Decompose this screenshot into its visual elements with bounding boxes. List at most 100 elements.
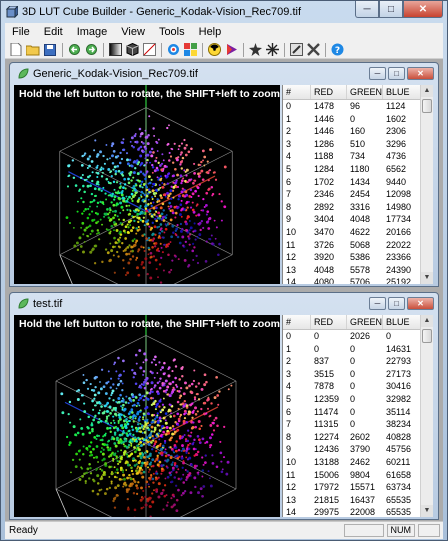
star-icon[interactable]: [248, 43, 262, 57]
table-row[interactable]: 5 1284 1180 6562: [283, 163, 433, 176]
scroll-thumb[interactable]: [422, 99, 432, 113]
play-icon[interactable]: [224, 43, 238, 57]
color-point: [149, 202, 153, 205]
table-row[interactable]: 12 3920 5386 23366: [283, 251, 433, 264]
color-grid-icon[interactable]: [183, 43, 197, 57]
help-icon[interactable]: ?: [330, 43, 344, 57]
table-row[interactable]: 6 1702 1434 9440: [283, 176, 433, 189]
table-row[interactable]: 9 3404 4048 17734: [283, 213, 433, 226]
menu-file[interactable]: File: [5, 26, 37, 38]
table-row[interactable]: 11 3726 5068 22022: [283, 239, 433, 252]
table-row[interactable]: 1 0 0 14631: [283, 343, 433, 356]
table-row[interactable]: 13 21815 16437 65535: [283, 494, 433, 507]
new-icon[interactable]: [9, 43, 23, 57]
table-row[interactable]: 3 1286 510 3296: [283, 138, 433, 151]
minimize-button[interactable]: ─: [355, 1, 379, 18]
table-row[interactable]: 2 837 0 22793: [283, 355, 433, 368]
redo-icon[interactable]: [84, 43, 98, 57]
table-row[interactable]: 9 12436 3790 45756: [283, 443, 433, 456]
table-row[interactable]: 4 1188 734 4736: [283, 150, 433, 163]
test-window[interactable]: test.tif ─ □ ✕ Hold the left button to r…: [9, 292, 439, 520]
color-point: [186, 470, 189, 473]
color-point: [202, 159, 204, 162]
color-point: [207, 470, 210, 473]
table-row[interactable]: 14 29975 22008 65535: [283, 506, 433, 517]
lut-3d-view[interactable]: Hold the left button to rotate, the SHIF…: [14, 85, 280, 284]
cube-icon[interactable]: [125, 43, 139, 57]
lut-close-button[interactable]: ✕: [407, 67, 434, 80]
save-icon[interactable]: [43, 43, 57, 57]
table-row[interactable]: 10 3470 4622 20166: [283, 226, 433, 239]
target-icon[interactable]: [166, 43, 180, 57]
menu-image[interactable]: Image: [70, 26, 115, 38]
table-row[interactable]: 14 4080 5706 25192: [283, 276, 433, 284]
color-point: [118, 373, 122, 377]
table-row[interactable]: 12 17972 15571 63734: [283, 481, 433, 494]
lut-cube-plot[interactable]: [14, 85, 280, 284]
scroll-down-icon[interactable]: ▼: [421, 505, 433, 517]
maximize-button[interactable]: □: [379, 1, 403, 18]
test-close-button[interactable]: ✕: [407, 297, 434, 310]
table-row[interactable]: 2 1446 160 2306: [283, 125, 433, 138]
table-row[interactable]: 13 4048 5578 24390: [283, 264, 433, 277]
color-point: [163, 382, 166, 385]
table-row[interactable]: 8 2892 3316 14980: [283, 201, 433, 214]
col-red[interactable]: RED: [311, 85, 347, 99]
table-row[interactable]: 0 0 2026 0: [283, 330, 433, 343]
close-button[interactable]: ✕: [403, 1, 443, 18]
color-point: [151, 434, 154, 438]
color-point: [144, 451, 147, 454]
table-row[interactable]: 0 1478 96 1124: [283, 100, 433, 113]
table-row[interactable]: 5 12359 0 32982: [283, 393, 433, 406]
test-minimize-button[interactable]: ─: [369, 297, 386, 310]
lut-restore-button[interactable]: □: [388, 67, 405, 80]
scroll-down-icon[interactable]: ▼: [421, 272, 433, 284]
table-row[interactable]: 8 12274 2602 40828: [283, 431, 433, 444]
table-row[interactable]: 6 11474 0 35114: [283, 406, 433, 419]
table-row[interactable]: 3 3515 0 27173: [283, 368, 433, 381]
col-index[interactable]: #: [283, 315, 311, 329]
lut-window[interactable]: Generic_Kodak-Vision_Rec709.tif ─ □ ✕ Ho…: [9, 62, 439, 287]
title-bar[interactable]: 3D LUT Cube Builder - Generic_Kodak-Visi…: [1, 1, 447, 23]
col-index[interactable]: #: [283, 85, 311, 99]
scroll-thumb[interactable]: [422, 329, 432, 343]
gradient-icon[interactable]: [108, 43, 122, 57]
col-green[interactable]: GREEN: [347, 85, 383, 99]
undo-icon[interactable]: [67, 43, 81, 57]
lut-table[interactable]: # RED GREEN BLUE 0 1478 96 1124 1 1446 0 1602 2 1…: [282, 85, 433, 284]
table-row[interactable]: 7 11315 0 38234: [283, 418, 433, 431]
color-point: [177, 156, 180, 159]
lut-minimize-button[interactable]: ─: [369, 67, 386, 80]
test-restore-button[interactable]: □: [388, 297, 405, 310]
color-point: [133, 188, 137, 192]
color-point: [160, 472, 163, 475]
cell-blue: 23366: [386, 252, 412, 263]
menu-view[interactable]: View: [114, 26, 152, 38]
col-red[interactable]: RED: [311, 315, 347, 329]
test-3d-view[interactable]: Hold the left button to rotate, the SHIF…: [14, 315, 280, 517]
menu-help[interactable]: Help: [192, 26, 229, 38]
scroll-up-icon[interactable]: ▲: [421, 315, 433, 327]
lut-table-scrollbar[interactable]: ▲ ▼: [420, 85, 433, 284]
table-row[interactable]: 1 1446 0 1602: [283, 113, 433, 126]
test-table-scrollbar[interactable]: ▲ ▼: [420, 315, 433, 517]
table-row[interactable]: 11 15006 9804 61658: [283, 469, 433, 482]
test-cube-plot[interactable]: [14, 315, 280, 517]
test-table[interactable]: # RED GREEN BLUE 0 0 2026 0 1 0 0 14631 2 837 0 227…: [282, 315, 433, 517]
table-row[interactable]: 10 13188 2462 60211: [283, 456, 433, 469]
color-point: [180, 151, 183, 154]
table-row[interactable]: 4 7878 0 30416: [283, 380, 433, 393]
table-row[interactable]: 7 2346 2454 12098: [283, 188, 433, 201]
col-blue[interactable]: BLUE: [383, 315, 421, 329]
edit-icon[interactable]: [289, 43, 303, 57]
tools-icon[interactable]: [306, 43, 320, 57]
sparkle-icon[interactable]: [265, 43, 279, 57]
col-green[interactable]: GREEN: [347, 315, 383, 329]
blank-icon[interactable]: [142, 43, 156, 57]
scroll-up-icon[interactable]: ▲: [421, 85, 433, 97]
radiation-icon[interactable]: [207, 43, 221, 57]
col-blue[interactable]: BLUE: [383, 85, 421, 99]
menu-edit[interactable]: Edit: [37, 26, 70, 38]
open-icon[interactable]: [26, 43, 40, 57]
menu-tools[interactable]: Tools: [152, 26, 192, 38]
